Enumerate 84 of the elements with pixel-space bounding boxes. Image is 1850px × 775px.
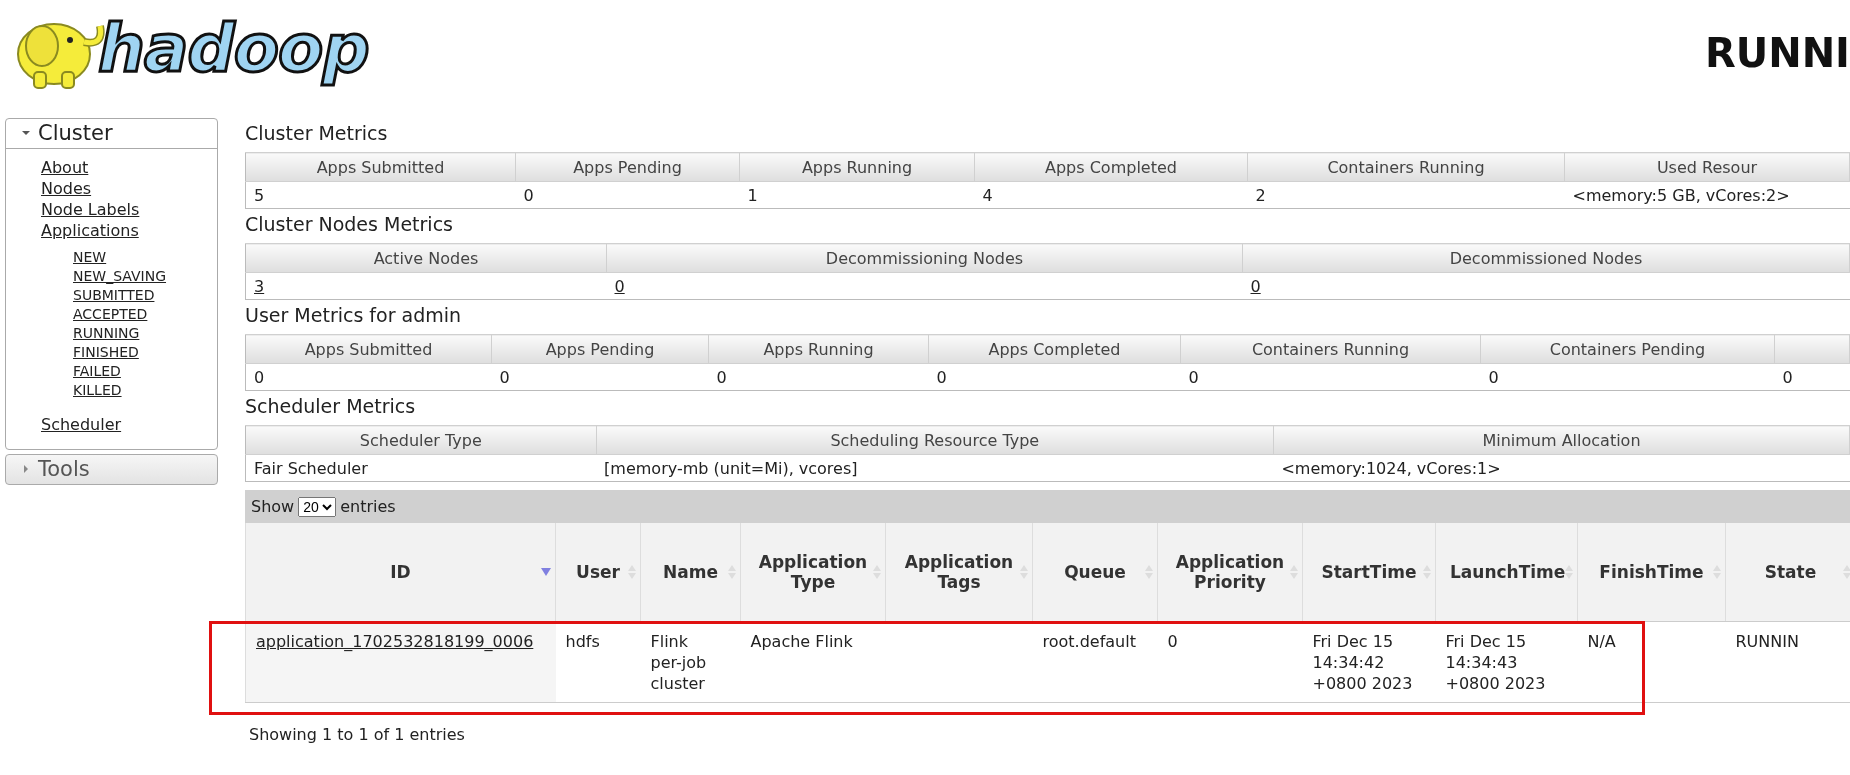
sidebar-link[interactable]: Node Labels [41,199,140,220]
metric-value: 4 [982,185,993,205]
column-header: Containers Running [1180,334,1481,364]
column-header: Minimum Allocation [1273,425,1850,455]
column-header: Containers Running [1247,152,1565,182]
page-title: RUNNI [1704,30,1850,76]
section-title: User Metrics for admin [245,303,463,328]
sidebar-sublink[interactable]: ACCEPTED [73,305,148,324]
sidebar-link[interactable]: About [41,157,89,178]
metric-value: <memory:5 GB, vCores:2> [1572,185,1790,205]
column-header: Containers Pending [1480,334,1775,364]
sidebar-sublink[interactable]: SUBMITTED [73,286,155,305]
column-header: Apps Pending [491,334,709,364]
column-header[interactable]: State [1725,523,1850,622]
table-cell: Apache Flink [750,632,853,651]
column-header[interactable]: StartTime [1302,523,1436,622]
column-header: Decommissioned Nodes [1242,243,1850,273]
metric-value: 0 [523,185,534,205]
metric-value: 0 [254,367,265,387]
metric-value: 0 [499,367,510,387]
column-header: Apps Running [708,334,929,364]
metric-link[interactable]: 0 [614,276,625,296]
metric-value: 0 [1188,367,1199,387]
column-header[interactable]: Name [640,523,741,622]
metric-value: 5 [254,185,265,205]
sidebar-sublink[interactable]: RUNNING [73,324,140,343]
column-header: Active Nodes [245,243,607,273]
sidebar-section-title[interactable]: Tools [38,457,90,481]
section-title: Scheduler Metrics [245,394,417,419]
table-cell: N/A [1587,632,1616,651]
metric-value: 2 [1255,185,1266,205]
section-title: Cluster Metrics [245,121,389,146]
column-header: Apps Submitted [245,152,516,182]
metric-value: [memory-mb (unit=Mi), vcores] [604,458,858,478]
sidebar-sublink[interactable]: NEW [73,248,107,267]
sidebar-section-title[interactable]: Cluster [38,121,113,145]
sort-descending-icon[interactable] [541,568,551,576]
column-header: Apps Submitted [245,334,492,364]
column-header[interactable]: Application Priority [1157,523,1303,622]
sidebar-link[interactable]: Nodes [41,178,92,199]
column-header[interactable]: Application Type [740,523,886,622]
column-header: Apps Completed [928,334,1181,364]
metric-link[interactable]: 3 [254,276,265,296]
metric-value: 0 [716,367,727,387]
table-cell: RUNNIN [1735,632,1799,651]
column-header: Apps Pending [515,152,740,182]
table-cell: hdfs [565,632,600,651]
column-header: Scheduling Resource Type [596,425,1274,455]
column-header: Scheduler Type [245,425,597,455]
table-cell: Fri Dec 15 14:34:42 +0800 2023 [1312,632,1413,693]
section-title: Cluster Nodes Metrics [245,212,454,237]
column-header[interactable]: ID [245,523,556,622]
metric-value: 0 [936,367,947,387]
sidebar-sublink[interactable]: KILLED [73,381,122,400]
entries-label: entries [340,497,396,516]
metric-value: 0 [1488,367,1499,387]
column-header[interactable]: Application Tags [885,523,1033,622]
metric-value: 1 [747,185,758,205]
metric-link[interactable]: 0 [1250,276,1261,296]
caret-down-icon[interactable] [22,129,30,137]
caret-right-icon[interactable] [22,465,30,473]
table-cell: Flink per-job cluster [650,632,707,693]
entries-info: Showing 1 to 1 of 1 entries [248,724,466,744]
table-cell: root.default [1042,632,1136,651]
sidebar-sublink[interactable]: FINISHED [73,343,139,362]
sidebar-link[interactable]: Scheduler [41,414,122,435]
page-length-select[interactable]: 20 [298,496,337,517]
show-label: Show [251,497,295,516]
metric-value: 0 [1782,367,1793,387]
column-header[interactable]: FinishTime [1577,523,1726,622]
column-header: Apps Running [739,152,975,182]
sidebar-sublink[interactable]: FAILED [73,362,121,381]
table-cell: Fri Dec 15 14:34:43 +0800 2023 [1445,632,1546,693]
table-cell: 0 [1167,632,1178,651]
column-header: Decommissioning Nodes [606,243,1243,273]
column-header[interactable]: User [555,523,641,622]
metric-value: <memory:1024, vCores:1> [1281,458,1501,478]
column-header[interactable]: Queue [1032,523,1158,622]
metric-value: Fair Scheduler [254,458,368,478]
column-header[interactable]: LaunchTime [1435,523,1578,622]
sidebar-link[interactable]: Applications [41,220,139,241]
column-header: Apps Completed [974,152,1248,182]
sidebar-sublink[interactable]: NEW_SAVING [73,267,167,286]
column-header: Used Resour [1564,152,1850,182]
